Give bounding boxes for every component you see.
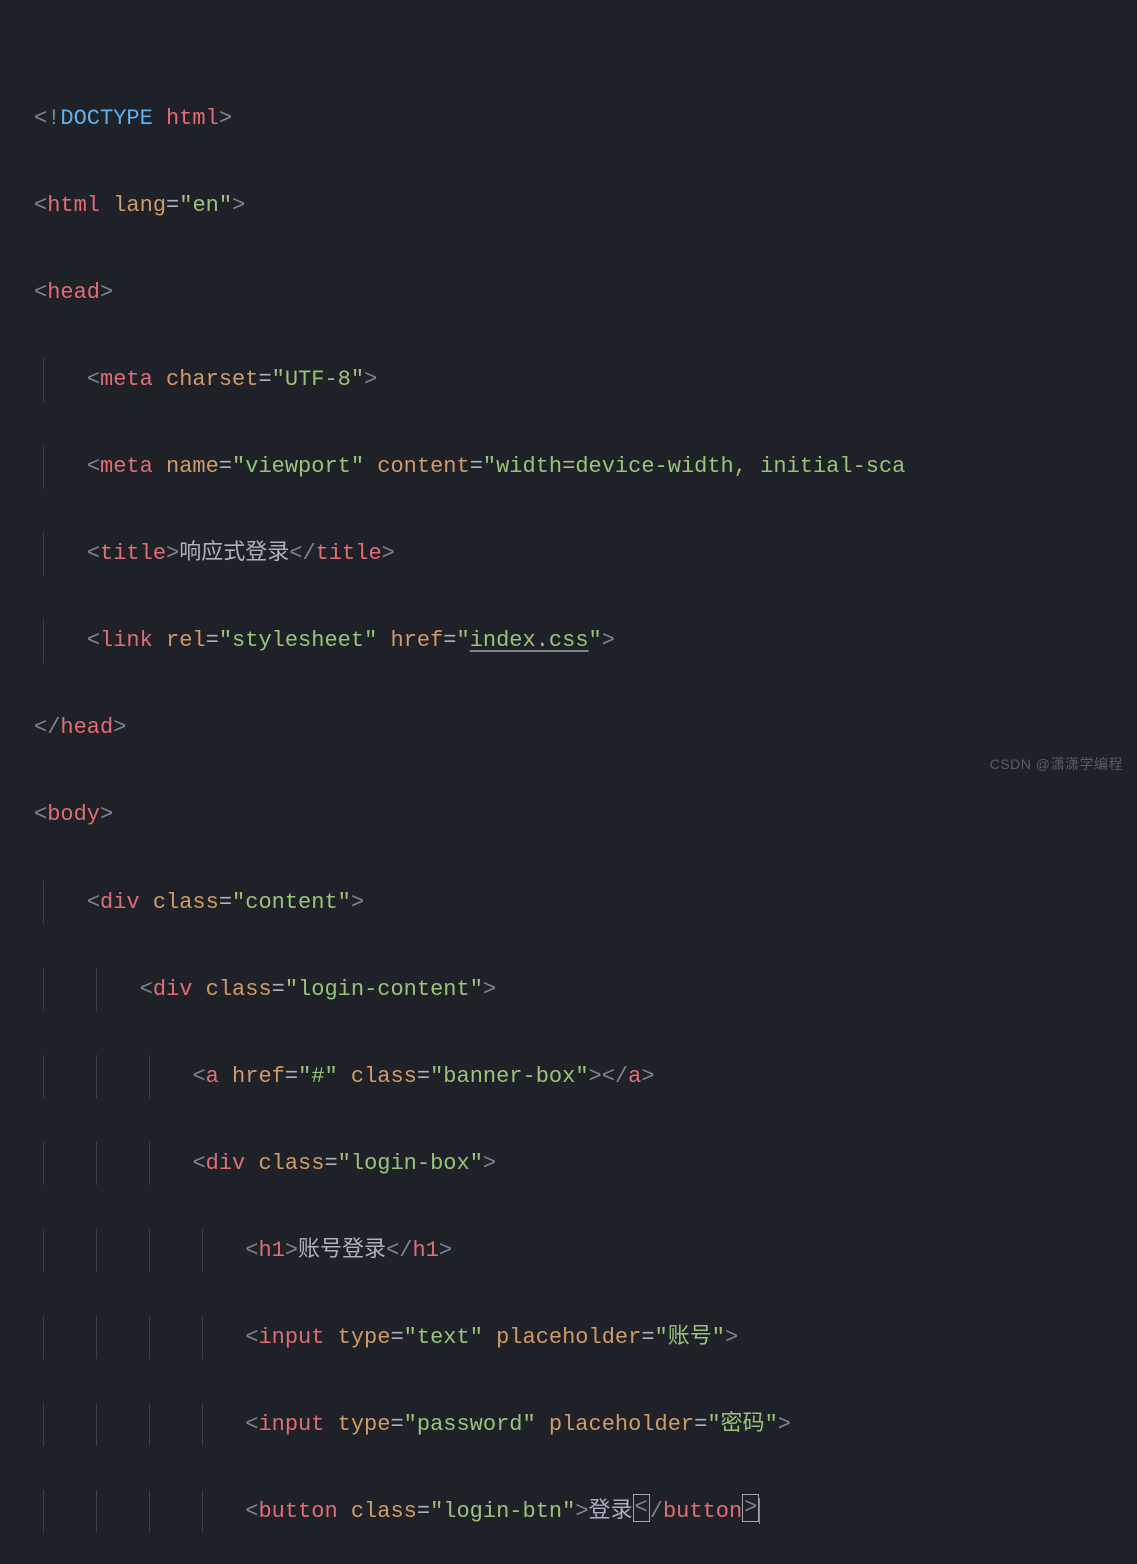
doctype-open: <! (34, 106, 60, 131)
doctype-close: > (219, 106, 232, 131)
code-line[interactable]: <div class="login-content"> (34, 968, 1137, 1012)
code-line[interactable]: </head> (34, 706, 1137, 750)
code-line[interactable]: <h1>账号登录</h1> (34, 1229, 1137, 1273)
code-line[interactable]: <link rel="stylesheet" href="index.css"> (34, 619, 1137, 663)
code-line[interactable]: <head> (34, 271, 1137, 315)
watermark-text: CSDN @潇潇学编程 (990, 754, 1123, 774)
code-line[interactable]: <input type="password" placeholder="密码"> (34, 1403, 1137, 1447)
code-editor[interactable]: <!DOCTYPE html> <html lang="en"> <head> … (0, 0, 1137, 1564)
text-cursor (759, 1498, 760, 1524)
tag-input: input (258, 1325, 324, 1350)
tag-div: div (206, 1151, 246, 1176)
attr-href: href (390, 628, 443, 653)
tag-link: link (100, 628, 153, 653)
attr-rel: rel (166, 628, 206, 653)
title-text: 响应式登录 (179, 541, 289, 566)
code-line[interactable]: <div class="content"> (34, 881, 1137, 925)
tag-head: head (47, 280, 100, 305)
code-line[interactable]: <title>响应式登录</title> (34, 532, 1137, 576)
h1-text: 账号登录 (298, 1238, 386, 1263)
tag-div: div (100, 890, 140, 915)
attr-class: class (153, 890, 219, 915)
code-line[interactable]: <meta charset="UTF-8"> (34, 358, 1137, 402)
attr-charset: charset (166, 367, 258, 392)
tag-meta: meta (100, 454, 153, 479)
tag-a: a (206, 1064, 219, 1089)
tag-body: body (47, 802, 100, 827)
code-line[interactable]: <html lang="en"> (34, 184, 1137, 228)
tag-div: div (153, 977, 193, 1002)
tag-meta: meta (100, 367, 153, 392)
code-line[interactable]: <input type="text" placeholder="账号"> (34, 1316, 1137, 1360)
doctype-html: html (153, 106, 219, 131)
tag-h1: h1 (258, 1238, 284, 1263)
tag-button: button (258, 1499, 337, 1524)
code-line[interactable]: <meta name="viewport" content="width=dev… (34, 445, 1137, 489)
doctype-keyword: DOCTYPE (60, 106, 152, 131)
tag-head-close: head (60, 715, 113, 740)
tag-input: input (258, 1412, 324, 1437)
attr-lang: lang (113, 193, 166, 218)
code-line[interactable]: <body> (34, 793, 1137, 837)
button-text: 登录 (589, 1499, 633, 1524)
code-line[interactable]: <!DOCTYPE html> (34, 97, 1137, 141)
attr-name: name (166, 454, 219, 479)
tag-title: title (100, 541, 166, 566)
tag-html: html (47, 193, 100, 218)
code-line[interactable]: <button class="login-btn">登录</button> (34, 1490, 1137, 1534)
code-line[interactable]: <div class="login-box"> (34, 1142, 1137, 1186)
attr-content: content (377, 454, 469, 479)
cursor-bracket-open: < (633, 1494, 650, 1522)
code-line[interactable]: <a href="#" class="banner-box"></a> (34, 1055, 1137, 1099)
link-href-value[interactable]: index.css (470, 628, 589, 653)
cursor-bracket-close: > (742, 1494, 759, 1522)
